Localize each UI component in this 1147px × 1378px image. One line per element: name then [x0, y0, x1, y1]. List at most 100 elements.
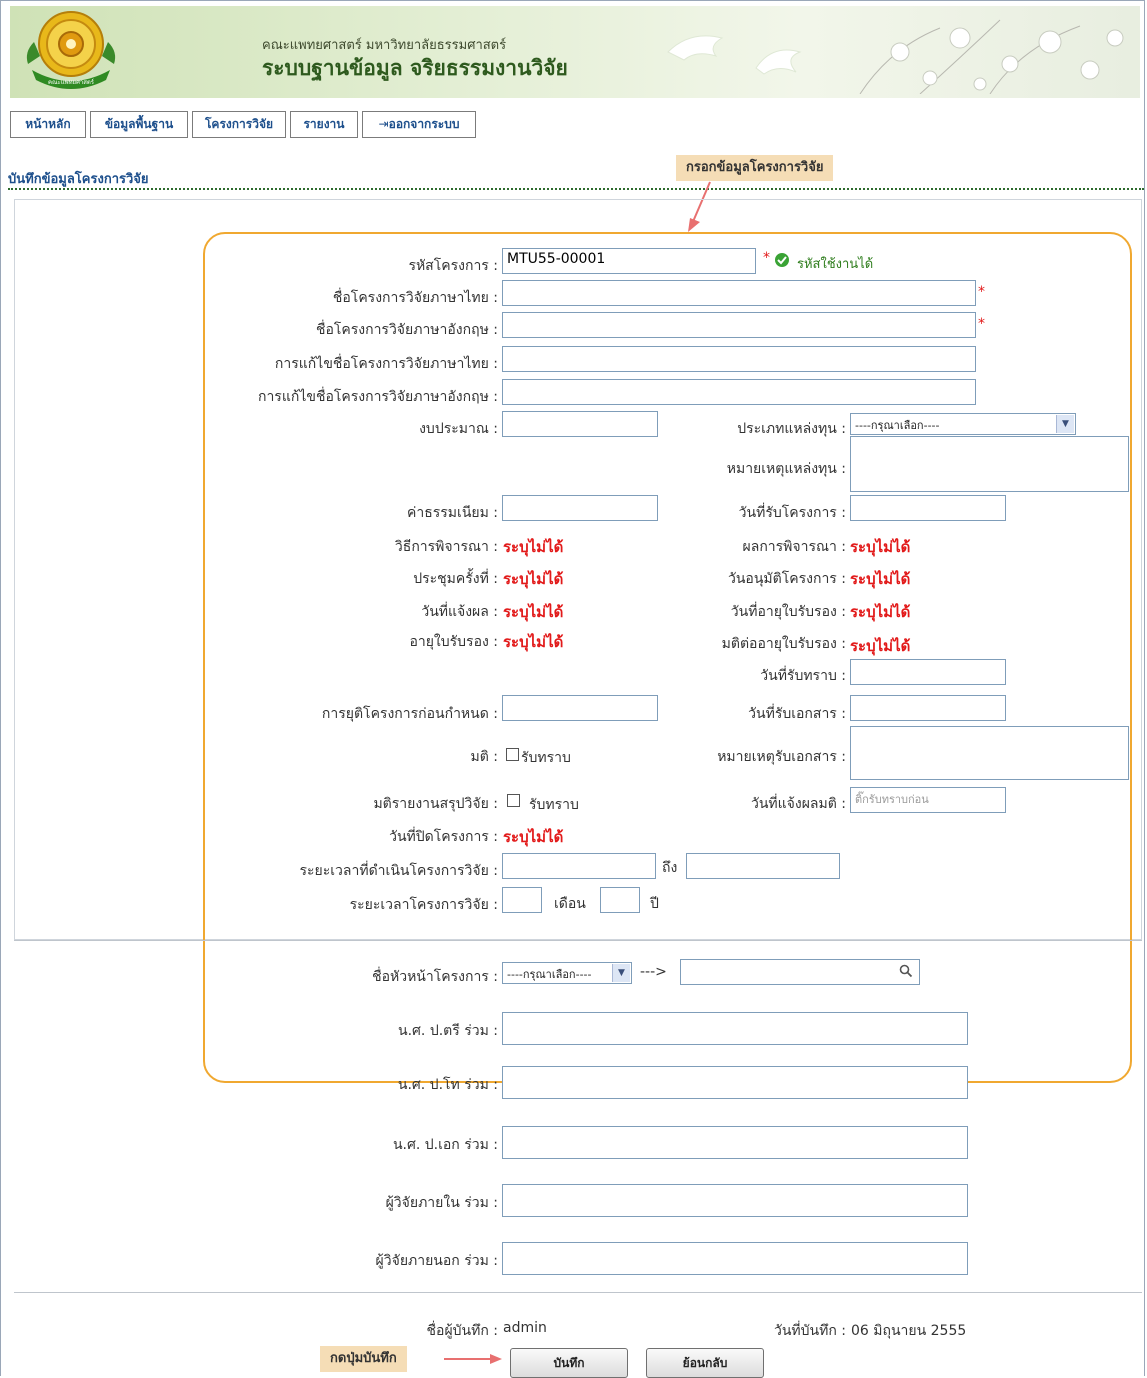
head-arrow: --->: [640, 964, 667, 980]
chevron-down-icon: ▼: [612, 964, 630, 982]
nav-home[interactable]: หน้าหลัก: [10, 111, 86, 138]
page-title: บันทึกข้อมูลโครงการวิจัย: [8, 172, 149, 187]
svg-text:คณะแพทยศาสตร์: คณะแพทยศาสตร์: [48, 78, 95, 86]
summary-resolution-checkbox[interactable]: [507, 794, 520, 807]
record-date-label: วันที่บันทึก :: [774, 1323, 846, 1339]
resolution-label: มติ :: [470, 749, 499, 765]
name-th-label: ชื่อโครงการวิจัยภาษาไทย :: [332, 290, 498, 306]
note-arrow-icon: [444, 1354, 502, 1364]
nav-logout-label: ออกจากระบบ: [388, 117, 460, 131]
code-status: รหัสใช้งานได้: [797, 257, 874, 272]
doctoral-input[interactable]: [502, 1126, 968, 1159]
meeting-no-value: ระบุไม่ได้: [503, 570, 564, 588]
back-button[interactable]: ย้อนกลับ: [646, 1348, 764, 1378]
fill-info-note: กรอกข้อมูลโครงการวิจัย: [676, 155, 834, 181]
edit-name-th-input[interactable]: [502, 346, 976, 372]
meeting-no-label: ประชุมครั้งที่ :: [413, 571, 498, 587]
required-mark: *: [978, 316, 985, 332]
review-result-value: ระบุไม่ได้: [850, 538, 911, 556]
acknowledge-date-input[interactable]: [850, 659, 1006, 685]
save-button[interactable]: บันทึก: [510, 1348, 628, 1378]
resolution-notify-date-label: วันที่แจ้งผลมติ :: [751, 796, 846, 812]
bachelor-label: น.ศ. ป.ตรี ร่วม :: [398, 1023, 498, 1039]
duration-range-label: ระยะเวลาที่ดำเนินโครงการวิจัย :: [299, 863, 499, 879]
duration-to-label: ถึง: [662, 860, 678, 876]
project-code-label: รหัสโครงการ :: [408, 258, 498, 274]
internal-input[interactable]: [502, 1184, 968, 1217]
review-result-label: ผลการพิจารณา :: [742, 539, 846, 555]
logout-icon: ⇥: [378, 117, 389, 131]
head-search-input[interactable]: [680, 959, 920, 985]
section-divider: [14, 940, 1142, 941]
cert-renew-date-label: วันที่อายุใบรับรอง :: [730, 604, 846, 620]
doc-note-textarea[interactable]: [850, 726, 1129, 780]
budget-label: งบประมาณ :: [419, 421, 498, 437]
fund-note-label: หมายเหตุแหล่งทุน :: [726, 461, 846, 477]
close-date-label: วันที่ปิดโครงการ :: [389, 829, 498, 845]
required-mark: *: [978, 284, 985, 300]
nav-basic-data[interactable]: ข้อมูลพื้นฐาน: [90, 111, 188, 138]
cert-renew-resolution-label: มติต่ออายุใบรับรอง :: [721, 636, 846, 652]
doctoral-label: น.ศ. ป.เอก ร่วม :: [392, 1137, 498, 1153]
dotted-divider: [8, 188, 1144, 190]
fund-note-textarea[interactable]: [850, 436, 1129, 492]
notify-date-label: วันที่แจ้งผล :: [421, 604, 498, 620]
project-code-input[interactable]: MTU55-00001: [502, 248, 756, 274]
duration-year-label: ปี: [650, 896, 659, 912]
fund-type-select[interactable]: ----กรุณาเลือก---- ▼: [850, 413, 1076, 435]
recorder-value: admin: [503, 1320, 547, 1336]
fund-type-value: ----กรุณาเลือก----: [855, 419, 940, 432]
nav-research-projects[interactable]: โครงการวิจัย: [192, 111, 286, 138]
close-date-value: ระบุไม่ได้: [503, 828, 564, 846]
edit-name-en-input[interactable]: [502, 379, 976, 405]
head-select-value: ----กรุณาเลือก----: [507, 968, 592, 981]
resolution-checkbox[interactable]: [506, 748, 519, 761]
early-termination-label: การยุติโครงการก่อนกำหนด :: [321, 706, 498, 722]
duration-end-input[interactable]: [686, 853, 840, 879]
cert-age-value: ระบุไม่ได้: [503, 633, 564, 651]
name-en-label: ชื่อโครงการวิจัยภาษาอังกฤษ :: [315, 322, 498, 338]
duration-start-input[interactable]: [502, 853, 656, 879]
master-label: น.ศ. ป.โท ร่วม :: [397, 1077, 498, 1093]
receive-date-label: วันที่รับโครงการ :: [738, 505, 846, 521]
master-input[interactable]: [502, 1066, 968, 1099]
receive-date-input[interactable]: [850, 495, 1006, 521]
footer-divider: [14, 1292, 1142, 1293]
doc-note-label: หมายเหตุรับเอกสาร :: [717, 749, 846, 765]
summary-resolution-label: มติรายงานสรุปวิจัย :: [373, 796, 498, 812]
bird-flower-decoration: [667, 19, 1124, 94]
summary-resolution-checkbox-label: รับทราบ: [529, 797, 579, 813]
internal-label: ผู้วิจัยภายใน ร่วม :: [385, 1195, 498, 1211]
approve-date-label: วันอนุมัติโครงการ :: [728, 571, 846, 587]
cert-renew-date-value: ระบุไม่ได้: [850, 603, 911, 621]
edit-name-en-label: การแก้ไขชื่อโครงการวิจัยภาษาอังกฤษ :: [257, 389, 498, 405]
fee-label: ค่าธรรมเนียม :: [407, 505, 498, 521]
fund-type-label: ประเภทแหล่งทุน :: [737, 421, 846, 437]
nav-logout[interactable]: ⇥ออกจากระบบ: [362, 111, 476, 138]
nav-reports[interactable]: รายงาน: [290, 111, 358, 138]
duration-year-input[interactable]: [600, 887, 640, 913]
duration-month-label: เดือน: [554, 896, 586, 912]
review-method-label: วิธีการพิจารณา :: [394, 539, 498, 555]
early-termination-input[interactable]: [502, 695, 658, 721]
resolution-checkbox-label: รับทราบ: [521, 750, 571, 766]
review-method-value: ระบุไม่ได้: [503, 538, 564, 556]
approve-date-value: ระบุไม่ได้: [850, 570, 911, 588]
fee-input[interactable]: [502, 495, 658, 521]
name-th-input[interactable]: [502, 280, 976, 306]
resolution-notify-date-input[interactable]: ติ๊กรับทราบก่อน: [850, 787, 1006, 813]
edit-name-th-label: การแก้ไขชื่อโครงการวิจัยภาษาไทย :: [274, 356, 498, 372]
name-en-input[interactable]: [502, 312, 976, 338]
external-input[interactable]: [502, 1242, 968, 1275]
head-select[interactable]: ----กรุณาเลือก---- ▼: [502, 962, 632, 984]
acknowledge-date-label: วันที่รับทราบ :: [760, 668, 846, 684]
bachelor-input[interactable]: [502, 1012, 968, 1045]
required-mark: *: [763, 250, 770, 266]
head-label: ชื่อหัวหน้าโครงการ :: [372, 969, 498, 985]
budget-input[interactable]: [502, 411, 658, 437]
duration-month-input[interactable]: [502, 887, 542, 913]
search-icon[interactable]: [899, 964, 913, 978]
external-label: ผู้วิจัยภายนอก ร่วม :: [375, 1253, 498, 1269]
record-date-value: 06 มิถุนายน 2555: [851, 1323, 967, 1339]
doc-receive-date-input[interactable]: [850, 695, 1006, 721]
